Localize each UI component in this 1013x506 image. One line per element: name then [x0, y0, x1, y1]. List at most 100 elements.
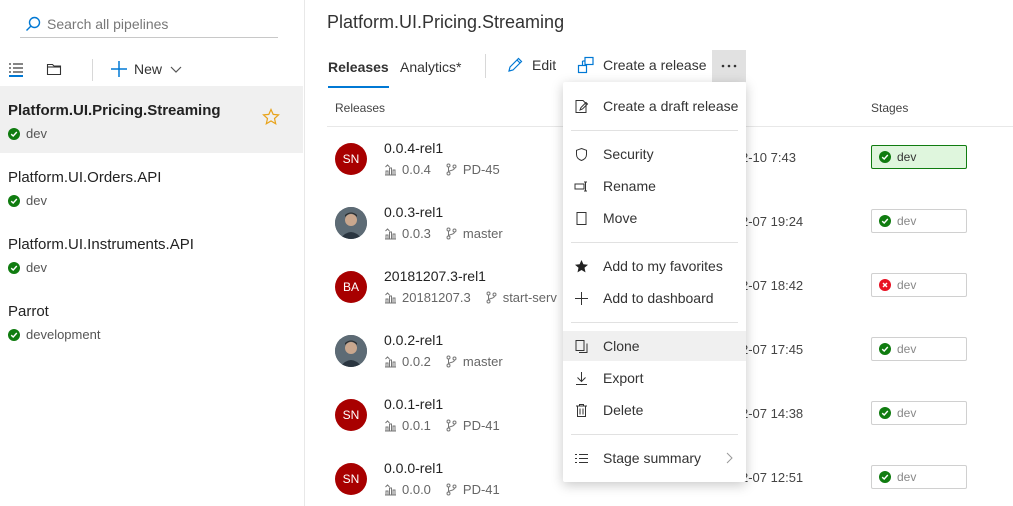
more-actions-button[interactable] — [712, 50, 746, 82]
chevron-down-icon — [170, 66, 182, 73]
build-number: 20181207.3 — [402, 290, 471, 305]
menu-item-label: Stage summary — [603, 450, 702, 466]
toolbar-divider — [485, 54, 486, 78]
success-icon — [8, 194, 20, 207]
pipeline-env-label: dev — [26, 126, 47, 141]
trash-icon — [575, 403, 587, 417]
stage-badge[interactable]: dev — [871, 465, 967, 489]
release-date: 2-07 19:24 — [741, 214, 804, 229]
pipeline-env: dev — [8, 126, 47, 141]
menu-item-label: Security — [603, 146, 654, 162]
pipeline-item[interactable]: Platform.UI.Pricing.Streaming dev — [0, 86, 303, 153]
release-date: 2-07 18:42 — [741, 278, 804, 293]
menu-item-label: Move — [603, 210, 638, 226]
release-name[interactable]: 20181207.3-rel1 — [384, 268, 486, 284]
menu-item-export[interactable]: Export — [563, 363, 746, 393]
create-release-button[interactable]: Create a release — [577, 56, 707, 74]
branch-icon — [446, 483, 457, 496]
release-name[interactable]: 0.0.0-rel1 — [384, 460, 443, 476]
stage-badge[interactable]: dev — [871, 337, 967, 361]
success-icon — [879, 471, 891, 483]
menu-item-create-draft-release[interactable]: Create a draft release — [563, 91, 746, 121]
plus-icon — [111, 61, 127, 77]
branch: PD-45 — [445, 162, 500, 177]
branch-icon — [446, 355, 457, 368]
column-header-releases[interactable]: Releases — [335, 101, 385, 115]
pipeline-name: Platform.UI.Pricing.Streaming — [8, 102, 221, 119]
success-icon — [879, 407, 891, 419]
pipeline-item[interactable]: Platform.UI.Orders.API dev — [0, 153, 303, 220]
user-photo-icon — [335, 207, 367, 239]
release-meta: 0.0.3 master — [384, 226, 503, 241]
stage-name: dev — [897, 214, 917, 228]
folder-view-icon[interactable] — [46, 61, 62, 77]
release-name[interactable]: 0.0.1-rel1 — [384, 396, 443, 412]
menu-item-add-favorites[interactable]: Add to my favorites — [563, 251, 746, 281]
new-button-label: New — [134, 61, 163, 77]
build-number: 0.0.4 — [402, 162, 431, 177]
success-icon — [8, 127, 20, 140]
branch-icon — [446, 419, 457, 432]
pipeline-env-label: development — [26, 327, 101, 342]
menu-item-security[interactable]: Security — [563, 139, 746, 169]
menu-item-label: Create a draft release — [603, 98, 739, 114]
menu-item-delete[interactable]: Delete — [563, 395, 746, 425]
menu-item-label: Rename — [603, 178, 656, 194]
release-name[interactable]: 0.0.3-rel1 — [384, 204, 443, 220]
build-icon — [385, 356, 396, 368]
build-number: 0.0.1 — [402, 418, 431, 433]
pipeline-env: development — [8, 327, 100, 342]
menu-item-move[interactable]: Move — [563, 203, 746, 233]
menu-item-clone[interactable]: Clone — [563, 331, 746, 361]
avatar: SN — [335, 463, 367, 495]
edit-button[interactable]: Edit — [506, 56, 556, 74]
release-date: 2-10 7:43 — [741, 150, 796, 165]
branch: PD-41 — [445, 418, 500, 433]
pipeline-env: dev — [8, 193, 47, 208]
clone-icon — [575, 339, 587, 353]
column-header-stages[interactable]: Stages — [871, 101, 908, 115]
create-release-label: Create a release — [603, 57, 707, 73]
star-filled-icon — [574, 259, 588, 272]
branch: PD-41 — [445, 482, 500, 497]
stage-name: dev — [897, 150, 917, 164]
pipeline-item[interactable]: Platform.UI.Instruments.API dev — [0, 220, 303, 287]
ellipsis-icon — [721, 64, 737, 68]
plus-icon — [574, 291, 588, 305]
menu-item-label: Clone — [603, 338, 640, 354]
release-date: 2-07 14:38 — [741, 406, 804, 421]
pipeline-name: Platform.UI.Instruments.API — [8, 236, 194, 253]
shield-icon — [575, 147, 587, 161]
build-icon — [385, 164, 396, 176]
stage-badge[interactable]: dev — [871, 145, 967, 169]
build-number: 0.0.2 — [402, 354, 431, 369]
favorite-star-icon[interactable] — [262, 108, 280, 126]
release-meta: 0.0.0 PD-41 — [384, 482, 500, 497]
avatar: SN — [335, 399, 367, 431]
success-icon — [879, 343, 891, 355]
menu-item-label: Add to my favorites — [603, 258, 723, 274]
search-input[interactable]: Search all pipelines — [20, 10, 278, 38]
release-date: 2-07 17:45 — [741, 342, 804, 357]
pipeline-item[interactable]: Parrot development — [0, 287, 303, 354]
new-button[interactable]: New — [110, 58, 182, 80]
tab-releases[interactable]: Releases — [328, 59, 389, 88]
release-meta: 0.0.2 master — [384, 354, 503, 369]
success-icon — [879, 151, 891, 163]
list-view-icon[interactable] — [8, 61, 24, 77]
branch-name: PD-41 — [462, 418, 500, 433]
menu-item-stage-summary[interactable]: Stage summary — [563, 443, 746, 473]
pipeline-name: Parrot — [8, 303, 49, 320]
menu-item-add-dashboard[interactable]: Add to dashboard — [563, 283, 746, 313]
tab-analytics[interactable]: Analytics* — [400, 59, 461, 75]
branch-name: master — [462, 354, 503, 369]
menu-item-rename[interactable]: Rename — [563, 171, 746, 201]
menu-divider — [571, 322, 738, 323]
stage-badge[interactable]: dev — [871, 273, 967, 297]
release-name[interactable]: 0.0.4-rel1 — [384, 140, 443, 156]
branch-icon — [446, 163, 457, 176]
stage-badge[interactable]: dev — [871, 209, 967, 233]
toolbar-divider — [92, 59, 93, 81]
release-name[interactable]: 0.0.2-rel1 — [384, 332, 443, 348]
stage-badge[interactable]: dev — [871, 401, 967, 425]
